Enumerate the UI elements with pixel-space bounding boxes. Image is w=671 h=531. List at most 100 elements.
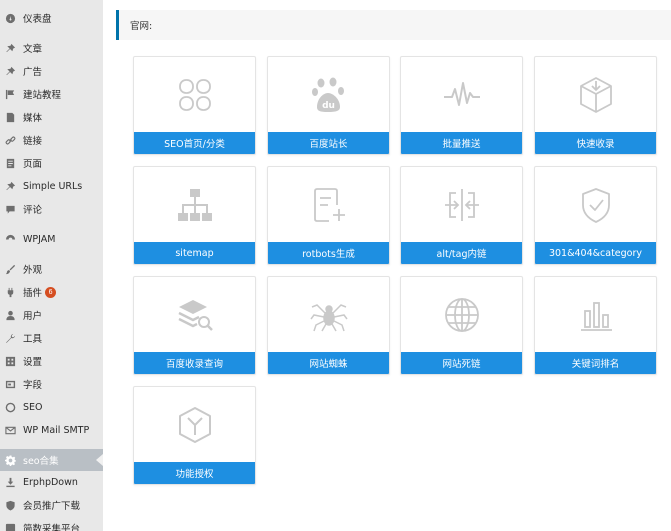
dashboard-icon <box>4 12 16 24</box>
download-icon <box>4 476 16 488</box>
feature-card[interactable]: 功能授权 <box>133 386 256 485</box>
baidu-paw-icon: du <box>268 69 389 121</box>
user-icon <box>4 309 16 321</box>
bar-chart-icon <box>535 289 656 341</box>
wpjam-icon <box>4 233 16 245</box>
feature-card-label: 网站死链 <box>401 352 522 374</box>
feature-card[interactable]: SEO首页/分类 <box>133 56 256 155</box>
doc-plus-icon <box>268 179 389 231</box>
shield-check-icon <box>535 179 656 231</box>
sidebar-item-5[interactable]: 链接 <box>0 129 103 151</box>
feature-card-label: 批量推送 <box>401 132 522 154</box>
official-site-bar: 官网: <box>116 10 671 40</box>
sidebar-item-label: 工具 <box>23 334 43 345</box>
feature-card[interactable]: 关键词排名 <box>534 276 657 375</box>
sidebar-item-label: 用户 <box>23 311 43 322</box>
mail-icon <box>4 424 16 436</box>
feature-card[interactable]: alt/tag内链 <box>400 166 523 265</box>
feature-card-label: alt/tag内链 <box>401 242 522 264</box>
feature-card-label: 快速收录 <box>535 132 656 154</box>
sidebar-item-14[interactable]: 设置 <box>0 350 103 372</box>
sidebar-item-15[interactable]: 字段 <box>0 373 103 395</box>
pulse-icon <box>401 69 522 121</box>
feature-card[interactable]: 网站死链 <box>400 276 523 375</box>
sidebar-item-0[interactable]: 仪表盘 <box>0 7 103 29</box>
page-title: 官网: <box>130 21 153 32</box>
wrench-icon <box>4 332 16 344</box>
feature-card-label: SEO首页/分类 <box>134 132 255 154</box>
sidebar-item-label: 会员推广下载 <box>23 501 81 512</box>
sidebar-item-7[interactable]: Simple URLs <box>0 175 103 197</box>
sidebar-item-label: 广告 <box>23 67 43 78</box>
sidebar-item-16[interactable]: SEO <box>0 396 103 418</box>
plugin-icon <box>4 286 16 298</box>
sidebar-item-label: 文章 <box>23 44 43 55</box>
page-icon <box>4 157 16 169</box>
sidebar-item-8[interactable]: 评论 <box>0 198 103 220</box>
spider-icon <box>268 289 389 341</box>
feature-card-label: sitemap <box>134 242 255 264</box>
sidebar-item-1[interactable]: 文章 <box>0 37 103 59</box>
box-download-icon <box>535 69 656 121</box>
feature-card-label: 301&404&category <box>535 242 656 264</box>
feature-card[interactable]: rotbots生成 <box>267 166 390 265</box>
sidebar-item-13[interactable]: 工具 <box>0 327 103 349</box>
pin-icon <box>4 42 16 54</box>
feature-card[interactable]: 批量推送 <box>400 56 523 155</box>
media-icon <box>4 111 16 123</box>
feature-card[interactable]: 百度收录查询 <box>133 276 256 375</box>
feature-card[interactable]: 网站蜘蛛 <box>267 276 390 375</box>
feature-card[interactable]: du 百度站长 <box>267 56 390 155</box>
update-count-badge: 6 <box>45 286 57 298</box>
pin-icon <box>4 65 16 77</box>
sidebar-item-label: 页面 <box>23 159 43 170</box>
sidebar-item-label: 建站教程 <box>23 90 62 101</box>
globe-icon <box>401 289 522 341</box>
sidebar-item-11[interactable]: 插件 6 <box>0 281 103 303</box>
sidebar-item-label: WPJAM <box>23 233 56 245</box>
sidebar-item-19[interactable]: ErphpDown <box>0 471 103 493</box>
sidebar-item-4[interactable]: 媒体 <box>0 106 103 128</box>
sidebar-item-20[interactable]: 会员推广下载 <box>0 494 103 516</box>
sidebar-item-label: 链接 <box>23 136 43 147</box>
feature-card[interactable]: 快速收录 <box>534 56 657 155</box>
sidebar-item-3[interactable]: 建站教程 <box>0 83 103 105</box>
sidebar-item-label: 外观 <box>23 265 43 276</box>
link-icon <box>4 134 16 146</box>
sidebar-item-label: 设置 <box>23 357 43 368</box>
sidebar-item-17[interactable]: WP Mail SMTP <box>0 419 103 441</box>
seo-icon <box>4 401 16 413</box>
sidebar-item-10[interactable]: 外观 <box>0 258 103 280</box>
sitemap-icon <box>134 179 255 231</box>
settings-icon <box>4 355 16 367</box>
sidebar-item-2[interactable]: 广告 <box>0 60 103 82</box>
collect-icon <box>4 522 16 531</box>
sidebar-item-label: 字段 <box>23 380 43 391</box>
feature-card-label: 百度站长 <box>268 132 389 154</box>
sidebar-item-label: Simple URLs <box>23 180 83 192</box>
sidebar-item-21[interactable]: 简数采集平台 <box>0 517 103 531</box>
flag-icon <box>4 88 16 100</box>
feature-card[interactable]: 301&404&category <box>534 166 657 265</box>
gear-icon <box>4 454 16 466</box>
main-content: 官网: SEO首页/分类 du 百度站长 批量推送 快速收录 sitemap rotbots… <box>103 0 671 531</box>
sidebar-item-9[interactable]: WPJAM <box>0 228 103 250</box>
feature-card[interactable]: sitemap <box>133 166 256 265</box>
feature-card-label: 网站蜘蛛 <box>268 352 389 374</box>
sidebar-item-label: ErphpDown <box>23 476 78 488</box>
sidebar-item-label: 简数采集平台 <box>23 524 81 531</box>
sidebar-item-label: 媒体 <box>23 113 43 124</box>
sidebar-item-6[interactable]: 页面 <box>0 152 103 174</box>
sidebar-item-label: 仪表盘 <box>23 14 52 25</box>
admin-sidebar: 仪表盘文章广告建站教程媒体链接页面 Simple URLs 评论 WPJAM 外观插件 6… <box>0 0 103 531</box>
sidebar-item-18[interactable]: seo合集 <box>0 449 103 471</box>
sidebar-item-label: WP Mail SMTP <box>23 424 90 436</box>
link-arrows-icon <box>401 179 522 231</box>
sidebar-item-label: 评论 <box>23 205 43 216</box>
feature-card-label: 功能授权 <box>134 462 255 484</box>
layers-search-icon <box>134 289 255 341</box>
sidebar-item-12[interactable]: 用户 <box>0 304 103 326</box>
svg-text:du: du <box>322 101 335 111</box>
feature-card-label: 关键词排名 <box>535 352 656 374</box>
hexagon-y-icon <box>134 399 255 451</box>
